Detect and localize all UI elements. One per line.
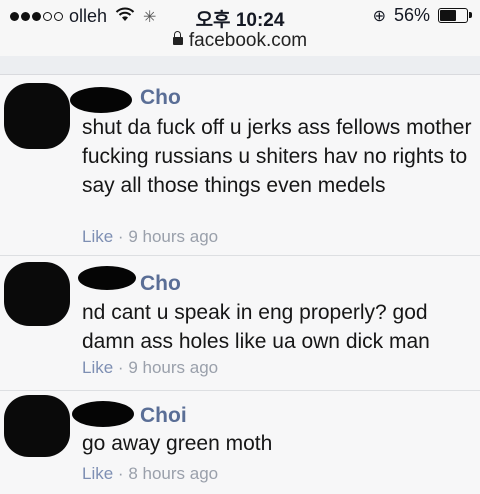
commenter-name[interactable]: Cho [140, 86, 181, 110]
comment-text: nd cant u speak in eng properly? god dam… [82, 301, 430, 353]
battery-icon [438, 8, 472, 23]
commenter-name[interactable]: Choi [140, 404, 187, 428]
avatar[interactable] [4, 262, 70, 326]
comment-text: go away green moth [82, 432, 273, 455]
url-text: facebook.com [188, 30, 308, 51]
avatar[interactable] [4, 83, 70, 149]
commenter-name[interactable]: Cho [140, 272, 181, 296]
comment-item: Cho shut da fuck off u jerks ass fellows… [0, 75, 480, 256]
comment-time: 9 hours ago [128, 227, 219, 246]
comment-time: 8 hours ago [128, 464, 219, 483]
avatar[interactable] [4, 395, 70, 457]
comment-meta: Like · 9 hours ago [82, 358, 218, 378]
comment-text: shut da fuck off u jerks ass fellows mot… [82, 116, 472, 197]
comment-item: Choi go away green moth Like · 8 hours a… [0, 391, 480, 494]
rotation-lock-icon: ⊕ [372, 7, 386, 25]
comment-meta: Like · 9 hours ago [82, 227, 218, 247]
like-link[interactable]: Like [82, 464, 113, 483]
comment-meta: Like · 8 hours ago [82, 464, 218, 484]
redacted-name-mark [78, 266, 136, 290]
comment-time: 9 hours ago [128, 358, 219, 377]
like-link[interactable]: Like [82, 358, 113, 377]
meta-separator: · [117, 464, 124, 483]
meta-separator: · [117, 227, 124, 246]
lock-icon [172, 31, 183, 45]
like-link[interactable]: Like [82, 227, 113, 246]
redacted-name-mark [72, 401, 134, 427]
content-top-gap [0, 56, 480, 75]
status-right: ⊕ 56% [372, 5, 472, 26]
meta-separator: · [117, 358, 124, 377]
comment-item: Cho nd cant u speak in eng properly? god… [0, 256, 480, 391]
battery-percent: 56% [393, 5, 430, 25]
status-bar: olleh ✳ 오후 10:24 ⊕ 56% [0, 0, 480, 31]
redacted-name-mark [70, 87, 132, 113]
address-bar[interactable]: facebook.com [0, 30, 480, 56]
